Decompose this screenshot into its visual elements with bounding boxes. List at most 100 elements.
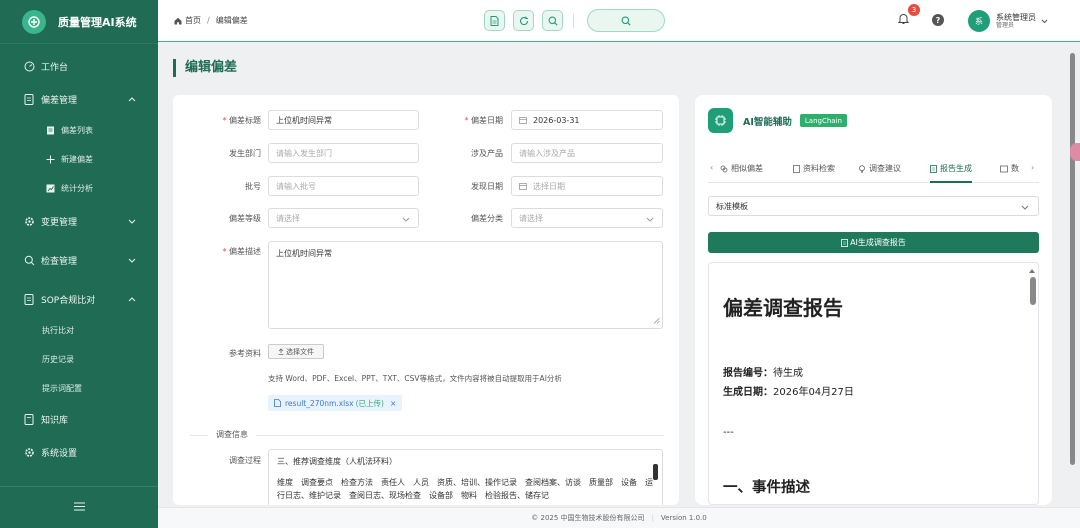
settings-icon bbox=[23, 447, 35, 459]
sidebar-item-knowledge[interactable]: 知识库 bbox=[0, 403, 158, 436]
document-icon bbox=[490, 15, 499, 26]
report-no: 报告编号：待生成 bbox=[723, 368, 803, 379]
desc-textarea[interactable]: 上位机时间异常 bbox=[268, 241, 663, 329]
sidebar-item-dashboard[interactable]: 工作台 bbox=[0, 50, 158, 83]
generate-report-button[interactable]: AI生成调查报告 bbox=[708, 232, 1039, 253]
notification-button[interactable]: 3 bbox=[898, 4, 920, 29]
sidebar-item-prompt-config[interactable]: 提示词配置 bbox=[0, 374, 158, 403]
brand: 质量管理AI系统 bbox=[0, 0, 158, 44]
process-label: 调查过程 bbox=[229, 456, 261, 465]
chip-icon bbox=[708, 108, 733, 133]
plus-icon bbox=[45, 155, 55, 165]
chevron-up-icon bbox=[128, 95, 136, 105]
process-textarea[interactable]: 三、推荐调查维度（人机法环料） 维度 调查要点 检查方法 责任人 人员 资质、培… bbox=[268, 449, 663, 505]
report-scrollbar[interactable] bbox=[1030, 277, 1036, 305]
topbar: 首页 / 编辑偏差 3 ? 系 系统管理员 管理员 bbox=[158, 0, 1080, 42]
chevron-up-icon bbox=[128, 295, 136, 305]
calendar-icon bbox=[519, 116, 527, 124]
report-date: 生成日期：2026年04月27日 bbox=[723, 387, 854, 398]
file-status: (已上传) bbox=[355, 398, 384, 408]
bulb-icon bbox=[858, 164, 866, 173]
file-icon bbox=[274, 399, 281, 407]
template-select[interactable]: 标准模板 bbox=[708, 196, 1039, 216]
dept-input[interactable]: 请输入发生部门 bbox=[268, 143, 419, 163]
doc-button[interactable] bbox=[484, 10, 505, 31]
avatar: 系 bbox=[968, 10, 990, 32]
book-icon bbox=[23, 414, 35, 426]
search-icon bbox=[23, 255, 35, 267]
sidebar-item-statistics[interactable]: 统计分析 bbox=[0, 174, 158, 203]
breadcrumb-home[interactable]: 首页 bbox=[185, 15, 201, 26]
upload-hint: 支持 Word、PDF、Excel、PPT、TXT、CSV等格式，文件内容将被自… bbox=[268, 374, 562, 383]
sidebar-item-label: 工作台 bbox=[41, 63, 69, 73]
remove-file-icon[interactable]: × bbox=[390, 399, 396, 408]
sidebar-item-label: SOP合规比对 bbox=[41, 296, 96, 306]
category-select[interactable]: 请选择 bbox=[511, 208, 663, 228]
chevron-down-icon bbox=[128, 256, 136, 266]
sidebar-item-settings[interactable]: 系统设置 bbox=[0, 436, 158, 469]
sidebar-item-deviation[interactable]: 偏差管理 bbox=[0, 83, 158, 116]
tab-report[interactable]: 报告生成 bbox=[930, 163, 972, 183]
sidebar-item-change[interactable]: 变更管理 bbox=[0, 205, 158, 238]
batch-label: 批号 bbox=[245, 182, 261, 191]
tab-more[interactable]: 数 bbox=[1000, 163, 1019, 174]
chevron-down-icon bbox=[646, 215, 654, 224]
sidebar-item-execute-compare[interactable]: 执行比对 bbox=[0, 316, 158, 345]
batch-input[interactable]: 请输入批号 bbox=[268, 176, 419, 196]
tab-similar[interactable]: 相似偏差 bbox=[720, 163, 763, 174]
level-label: 偏差等级 bbox=[229, 214, 261, 223]
product-input[interactable]: 请输入涉及产品 bbox=[511, 143, 663, 163]
sidebar-item-label: 新建偏差 bbox=[61, 155, 93, 164]
uploaded-file-tag: result_270nm.xlsx (已上传) × bbox=[268, 395, 403, 411]
report-section-heading: 一、事件描述 bbox=[723, 480, 810, 496]
tab-retrieval[interactable]: 资料检索 bbox=[793, 163, 835, 174]
section-title: 调查信息 bbox=[208, 429, 256, 440]
sidebar-item-inspection[interactable]: 检查管理 bbox=[0, 244, 158, 277]
help-button[interactable]: ? bbox=[932, 14, 944, 26]
document-icon bbox=[841, 238, 848, 247]
file-name: result_270nm.xlsx bbox=[285, 398, 354, 408]
link-icon bbox=[720, 165, 728, 173]
refresh-button[interactable] bbox=[513, 10, 534, 31]
side-drawer-handle[interactable] bbox=[1070, 143, 1080, 161]
global-search[interactable] bbox=[587, 9, 665, 32]
sidebar-item-new-deviation[interactable]: 新建偏差 bbox=[0, 145, 158, 174]
page-scrollbar[interactable] bbox=[1070, 53, 1075, 465]
page-title: 编辑偏差 bbox=[173, 59, 237, 77]
ai-tabs: ‹ 相似偏差 资料检索 调查建议 报告生成 数 › bbox=[708, 157, 1039, 183]
section-divider bbox=[190, 435, 663, 436]
ai-title: AI智能辅助 bbox=[743, 116, 792, 128]
document-icon bbox=[23, 294, 35, 306]
refresh-icon bbox=[519, 16, 529, 26]
gear-icon bbox=[23, 216, 35, 228]
ai-assistant-panel: AI智能辅助 LangChain ‹ 相似偏差 资料检索 调查建议 报告生成 数… bbox=[695, 95, 1052, 505]
sidebar-item-history[interactable]: 历史记录 bbox=[0, 345, 158, 374]
date-label: * 偏差日期 bbox=[464, 116, 503, 125]
dashboard-icon bbox=[23, 61, 35, 73]
deviation-form: * 偏差标题 上位机时间异常 * 偏差日期 2026-03-31 发生部门 请输… bbox=[173, 95, 679, 505]
tabs-prev-icon[interactable]: ‹ bbox=[710, 163, 713, 172]
sidebar-item-sop[interactable]: SOP合规比对 bbox=[0, 283, 158, 316]
scrollbar[interactable] bbox=[653, 464, 658, 480]
search-button[interactable] bbox=[542, 10, 563, 31]
title-input[interactable]: 上位机时间异常 bbox=[268, 110, 419, 130]
sidebar-collapse-button[interactable] bbox=[0, 486, 158, 528]
search-icon bbox=[548, 16, 558, 26]
tab-suggestion[interactable]: 调查建议 bbox=[858, 163, 901, 174]
ref-label: 参考资料 bbox=[229, 349, 261, 358]
found-date-input[interactable]: 选择日期 bbox=[511, 176, 663, 196]
date-input[interactable]: 2026-03-31 bbox=[511, 110, 663, 130]
upload-button[interactable]: 选择文件 bbox=[268, 344, 324, 359]
data-icon bbox=[1000, 165, 1008, 173]
sidebar-item-deviation-list[interactable]: 偏差列表 bbox=[0, 116, 158, 145]
level-select[interactable]: 请选择 bbox=[268, 208, 419, 228]
sidebar: 质量管理AI系统 工作台 偏差管理 偏差列表 新建偏差 统计分析 变更管理 检查… bbox=[0, 0, 158, 528]
scroll-up-icon[interactable] bbox=[1029, 266, 1035, 276]
resize-handle-icon[interactable] bbox=[653, 317, 660, 326]
user-menu[interactable]: 系 系统管理员 管理员 bbox=[968, 10, 1048, 32]
version: Version 1.0.0 bbox=[660, 514, 707, 522]
list-icon bbox=[45, 126, 55, 136]
menu-icon bbox=[73, 502, 85, 514]
tabs-next-icon[interactable]: › bbox=[1031, 163, 1034, 172]
sidebar-item-label: 统计分析 bbox=[61, 184, 93, 193]
